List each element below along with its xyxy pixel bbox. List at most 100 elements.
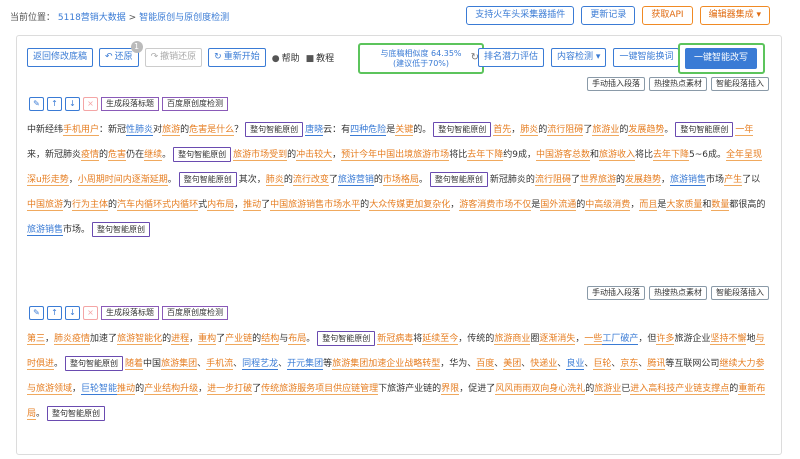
generate-title-button[interactable]: 生成段落标题 bbox=[101, 306, 159, 320]
replaceable-word[interactable]: 旅游业 bbox=[592, 125, 620, 136]
replaceable-word[interactable]: 许多 bbox=[656, 334, 675, 345]
one-click-rewrite-button[interactable]: 一键智能改写 bbox=[685, 48, 757, 69]
replaceable-word[interactable]: 发展趋势 bbox=[628, 125, 665, 136]
replaceable-word[interactable]: 汽车内循环式内循环 bbox=[117, 200, 199, 211]
replaceable-word[interactable]: 疫情 bbox=[81, 150, 100, 161]
smart-replace-words-button[interactable]: 一键智能换词 bbox=[613, 48, 680, 67]
edit-icon[interactable]: ✎ bbox=[29, 97, 44, 111]
replaceable-word[interactable]: 国外流通 bbox=[540, 200, 577, 211]
replaceable-word[interactable]: 旅游集团加速企业战略转型 bbox=[332, 359, 441, 370]
replaceable-word[interactable]: 预计今年中国出境旅游市场 bbox=[341, 150, 450, 161]
replaceable-word[interactable]: 京东 bbox=[620, 359, 639, 370]
hot-search-material-button[interactable]: 热搜热点素材 bbox=[649, 77, 707, 91]
replaceable-word[interactable]: 传统旅游服务项目供应链管理 bbox=[261, 384, 379, 395]
sentence-rewrite-chip[interactable]: 整句智能原创 bbox=[433, 122, 492, 137]
arrow-down-icon[interactable]: ↓ bbox=[65, 97, 80, 111]
synonym-word[interactable]: 工厂破产 bbox=[602, 334, 639, 345]
synonym-word[interactable]: 旅游销售 bbox=[27, 225, 64, 236]
synonym-word[interactable]: 开元集团 bbox=[287, 359, 324, 370]
smart-paragraph-insert-button[interactable]: 智能段落插入 bbox=[711, 286, 769, 300]
sentence-rewrite-chip[interactable]: 整句智能原创 bbox=[92, 222, 151, 237]
replaceable-word[interactable]: 行为主体 bbox=[72, 200, 109, 211]
replaceable-word[interactable]: 布局 bbox=[288, 334, 307, 345]
replaceable-word[interactable]: 冲击较大 bbox=[296, 150, 333, 161]
replaceable-word[interactable]: 市场格局 bbox=[382, 175, 419, 186]
arrow-up-icon[interactable]: ↑ bbox=[47, 97, 62, 111]
get-api-button[interactable]: 获取API bbox=[642, 6, 693, 25]
replaceable-word[interactable]: 发展趋势 bbox=[625, 175, 662, 186]
replaceable-word[interactable]: 新冠病毒 bbox=[377, 334, 414, 345]
paragraph-1[interactable]: 中新经纬手机用户：新冠性肺炎对旅游的危害是什么？ 整句智能原创 唐晓云：有四种危险是… bbox=[27, 118, 767, 243]
replaceable-word[interactable]: 旅游市场受到 bbox=[233, 150, 288, 161]
replaceable-word[interactable]: 肺炎 bbox=[520, 125, 539, 136]
help-link[interactable]: ● 帮助 bbox=[272, 51, 300, 64]
close-icon[interactable]: × bbox=[83, 306, 98, 320]
breadcrumb-link-original[interactable]: 智能原创与原创度检测 bbox=[139, 13, 229, 23]
rank-potential-button[interactable]: 排名潜力评估 bbox=[478, 48, 545, 67]
replaceable-word[interactable]: 去年下降 bbox=[653, 150, 690, 161]
synonym-word[interactable]: 巨轮智能 bbox=[81, 384, 118, 395]
replaceable-word[interactable]: 流行改变 bbox=[292, 175, 329, 186]
replaceable-word[interactable]: 逐渐消失 bbox=[539, 334, 576, 345]
sentence-rewrite-chip[interactable]: 整句智能原创 bbox=[47, 406, 106, 421]
replaceable-word[interactable]: 肺炎疫情 bbox=[54, 334, 91, 345]
replaceable-word[interactable]: 大家质量 bbox=[666, 200, 703, 211]
synonym-word[interactable]: 良业 bbox=[566, 359, 585, 370]
replaceable-word[interactable]: 去年下降 bbox=[467, 150, 504, 161]
replaceable-word[interactable]: 快递业 bbox=[530, 359, 558, 370]
replaceable-word[interactable]: 进一步打破 bbox=[207, 384, 253, 395]
replaceable-word[interactable]: 游客 bbox=[459, 200, 478, 211]
synonym-word[interactable]: 四种危险 bbox=[350, 125, 387, 136]
replaceable-word[interactable]: 数量 bbox=[711, 200, 730, 211]
replaceable-word[interactable]: 旅游收入 bbox=[598, 150, 635, 161]
replaceable-word[interactable]: 一些 bbox=[584, 334, 603, 345]
replaceable-word[interactable]: 中国旅游销售市场水平 bbox=[270, 200, 361, 211]
replaceable-word[interactable]: 旅游智能化 bbox=[117, 334, 163, 345]
replaceable-word[interactable]: 百度 bbox=[476, 359, 495, 370]
tutorial-link[interactable]: ■ 教程 bbox=[306, 51, 335, 64]
replaceable-word[interactable]: 中国游客总数 bbox=[535, 150, 590, 161]
sentence-rewrite-chip[interactable]: 整句智能原创 bbox=[173, 147, 232, 162]
restore-button[interactable]: ↶ 还原 1 bbox=[99, 41, 143, 67]
content-check-button[interactable]: 内容检测 ▾ bbox=[551, 48, 607, 67]
replaceable-word[interactable]: 坚持不懈 bbox=[710, 334, 747, 345]
manual-insert-paragraph-button[interactable]: 手动插入段落 bbox=[587, 77, 645, 91]
replaceable-word[interactable]: 旅游 bbox=[162, 125, 181, 136]
replaceable-word[interactable]: 旅游商业 bbox=[494, 334, 531, 345]
replaceable-word[interactable]: 而且 bbox=[639, 200, 658, 211]
breadcrumb-link-5118[interactable]: 5118营销大数据 bbox=[58, 13, 126, 23]
replaceable-word[interactable]: 危害是什么 bbox=[189, 125, 235, 136]
baidu-originality-check-button[interactable]: 百度原创度检测 bbox=[162, 97, 228, 111]
replaceable-word[interactable]: 旅游集团 bbox=[161, 359, 198, 370]
arrow-up-icon[interactable]: ↑ bbox=[47, 306, 62, 320]
sentence-rewrite-chip[interactable]: 整句智能原创 bbox=[429, 172, 488, 187]
replaceable-word[interactable]: 产业链 bbox=[225, 334, 253, 345]
replaceable-word[interactable]: 中国旅游 bbox=[27, 200, 64, 211]
restart-button[interactable]: ↻ 重新开始 bbox=[208, 48, 266, 67]
replaceable-word[interactable]: 美团 bbox=[503, 359, 522, 370]
replaceable-word[interactable]: 进入高科技产业链支撑点 bbox=[630, 384, 730, 395]
replaceable-word[interactable]: 中高级消费 bbox=[585, 200, 631, 211]
synonym-word[interactable]: 同程艺龙 bbox=[242, 359, 279, 370]
replaceable-word[interactable]: 旅游业 bbox=[594, 384, 622, 395]
replaceable-word[interactable]: 延续至今 bbox=[422, 334, 459, 345]
replaceable-word[interactable]: 小周期时间内逐渐 bbox=[77, 175, 150, 186]
replaceable-word[interactable]: 大众传媒更加复杂化 bbox=[369, 200, 451, 211]
hot-search-material-button[interactable]: 热搜热点素材 bbox=[649, 286, 707, 300]
replaceable-word[interactable]: 推动 bbox=[243, 200, 262, 211]
replaceable-word[interactable]: 产生 bbox=[724, 175, 743, 186]
sentence-rewrite-chip[interactable]: 整句智能原创 bbox=[675, 122, 734, 137]
replaceable-word[interactable]: 一年 bbox=[735, 125, 754, 136]
replaceable-word[interactable]: 延期 bbox=[149, 175, 168, 186]
manual-insert-paragraph-button[interactable]: 手动插入段落 bbox=[587, 286, 645, 300]
replaceable-word[interactable]: 继续 bbox=[144, 150, 163, 161]
editor-integration-button[interactable]: 编辑器集成 ▾ bbox=[699, 6, 770, 25]
replaceable-word[interactable]: 进程 bbox=[171, 334, 190, 345]
synonym-word[interactable]: 旅游销售 bbox=[670, 175, 707, 186]
replaceable-word[interactable]: 危害 bbox=[108, 150, 127, 161]
replaceable-word[interactable]: 产业结构升级 bbox=[144, 384, 199, 395]
smart-paragraph-insert-button[interactable]: 智能段落插入 bbox=[711, 77, 769, 91]
replaceable-word[interactable]: 流行阻碍 bbox=[534, 175, 571, 186]
replaceable-word[interactable]: 流行阻碍 bbox=[547, 125, 584, 136]
replaceable-word[interactable]: 结构 bbox=[261, 334, 280, 345]
